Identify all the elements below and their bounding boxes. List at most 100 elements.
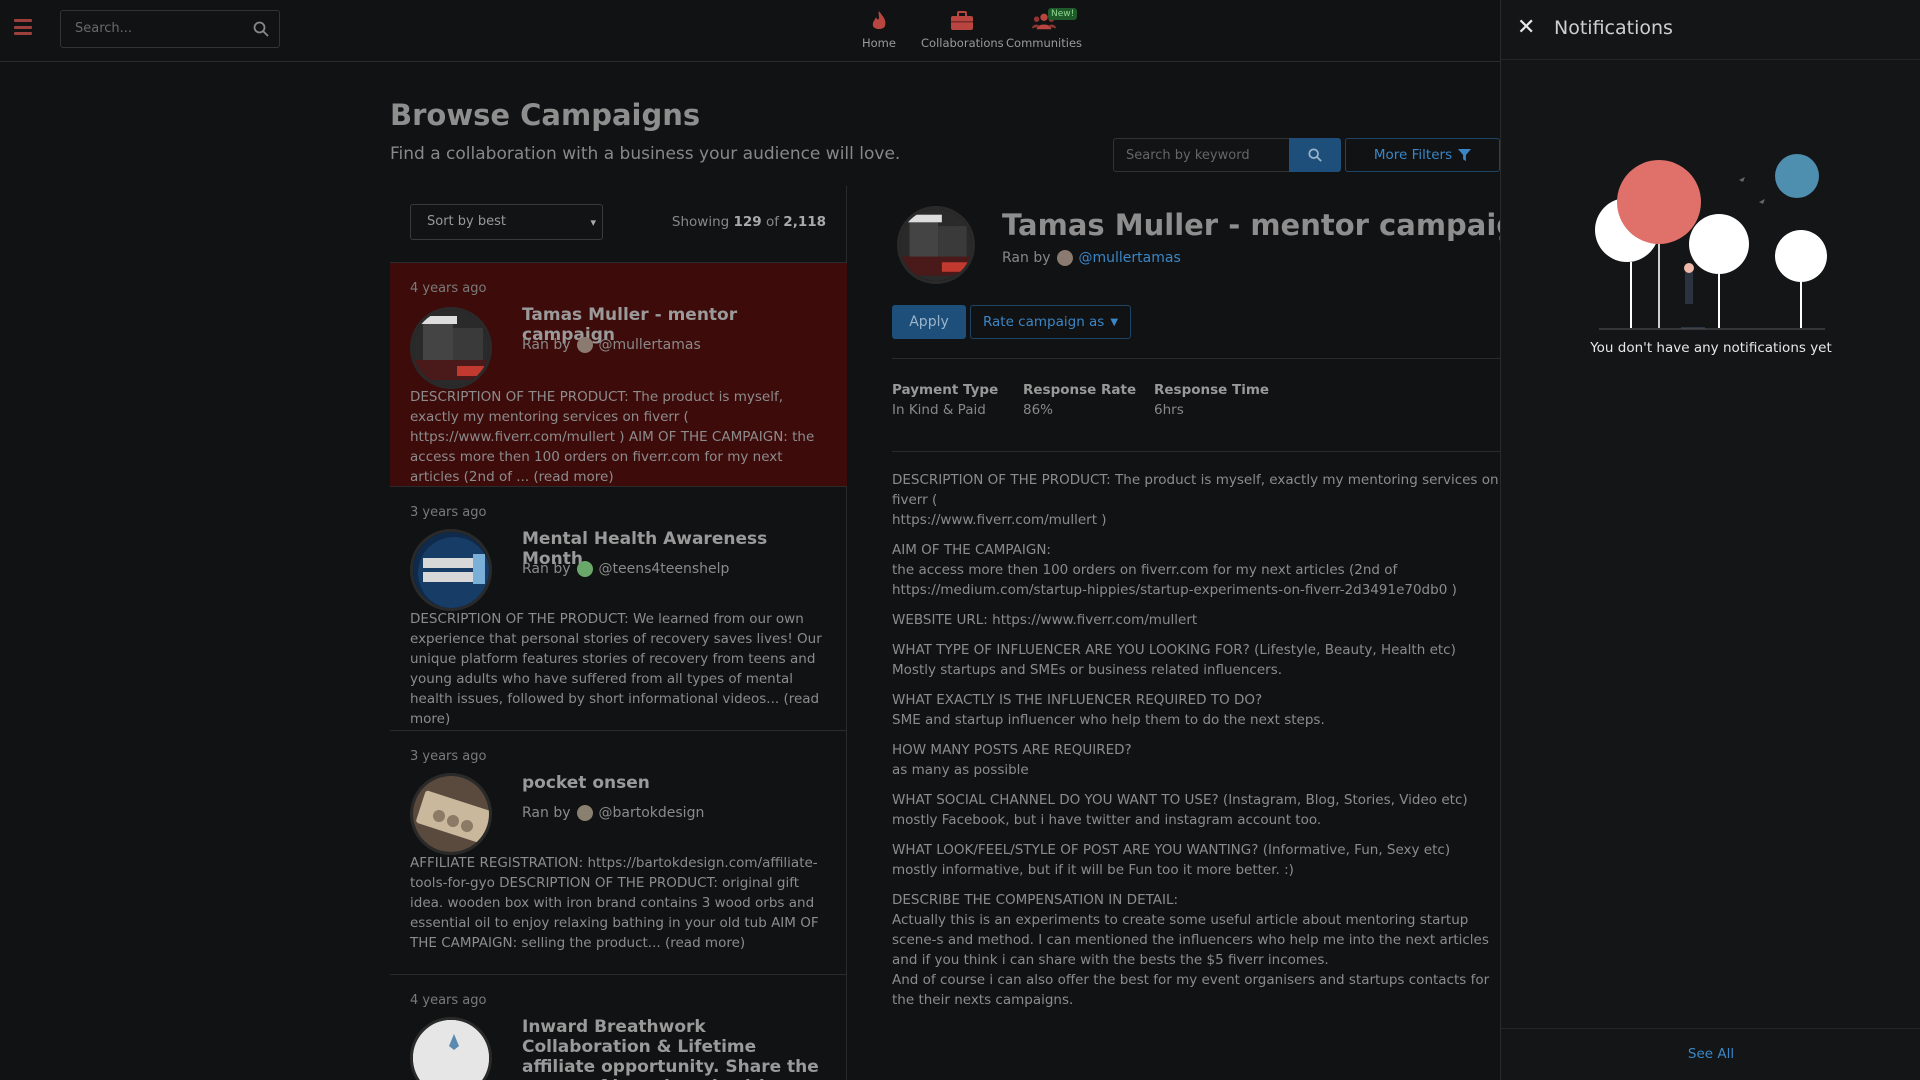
divider — [892, 358, 1500, 359]
showing-of: of — [765, 214, 779, 230]
global-search-input[interactable] — [75, 21, 235, 36]
search-icon[interactable] — [253, 21, 269, 37]
notifications-header: ✕ Notifications — [1501, 0, 1920, 60]
detail-handle[interactable]: @mullertamas — [1079, 250, 1181, 266]
stat-response-rate: Response Rate 86% — [1023, 382, 1136, 418]
campaign-list-item[interactable]: 4 years ago Tamas Muller - mentor campai… — [390, 262, 847, 486]
ran-by-label: Ran by — [522, 337, 571, 353]
item-description: DESCRIPTION OF THE PRODUCT: We learned f… — [410, 611, 822, 727]
stat-payment-type: Payment Type In Kind & Paid — [892, 382, 998, 418]
chevron-down-icon: ▾ — [590, 216, 596, 229]
showing-total: 2,118 — [783, 214, 826, 230]
campaign-detail: Tamas Muller - mentor campaign Ran by @m… — [847, 186, 1538, 1080]
new-badge: New! — [1048, 8, 1078, 20]
caret-down-icon: ▼ — [1110, 316, 1119, 328]
sort-select[interactable]: Sort by best ▾ — [410, 204, 603, 240]
nav-communities[interactable]: New! Communities — [1006, 8, 1083, 50]
flame-icon — [867, 10, 891, 32]
item-handle[interactable]: @teens4teenshelp — [599, 561, 730, 577]
notifications-panel: ✕ Notifications You don't have any notif… — [1500, 0, 1920, 1080]
nav-collaborations[interactable]: Collaborations — [921, 10, 1004, 50]
stat-value: 6hrs — [1154, 402, 1184, 418]
campaign-avatar — [410, 1017, 492, 1080]
description-paragraph: WHAT LOOK/FEEL/STYLE OF POST ARE YOU WAN… — [892, 842, 1451, 878]
showing-prefix: Showing — [671, 214, 730, 230]
nav-home-label: Home — [862, 36, 896, 50]
item-handle[interactable]: @mullertamas — [599, 337, 701, 353]
stat-value: In Kind & Paid — [892, 402, 986, 418]
item-title[interactable]: pocket onsen — [522, 773, 832, 793]
user-avatar — [1056, 250, 1073, 266]
campaign-list-item[interactable]: 4 years ago Inward Breathwork Collaborat… — [390, 974, 847, 1080]
detail-ran-by: Ran by @mullertamas — [1002, 250, 1181, 266]
close-icon[interactable]: ✕ — [1517, 17, 1539, 39]
stat-key: Response Rate — [1023, 382, 1137, 398]
ran-by-label: Ran by — [522, 561, 571, 577]
campaign-list-item[interactable]: 3 years ago pocket onsen Ran by @bartokd… — [390, 730, 847, 974]
more-filters-button[interactable]: More Filters — [1345, 138, 1500, 172]
description-paragraph: WHAT SOCIAL CHANNEL DO YOU WANT TO USE? … — [892, 792, 1468, 828]
stat-response-time: Response Time 6hrs — [1154, 382, 1269, 418]
description-paragraph: WHAT TYPE OF INFLUENCER ARE YOU LOOKING … — [892, 642, 1456, 678]
user-avatar — [576, 561, 593, 577]
more-filters-label: More Filters — [1373, 147, 1453, 163]
item-title[interactable]: Inward Breathwork Collaboration & Lifeti… — [522, 1017, 832, 1080]
item-handle[interactable]: @bartokdesign — [599, 805, 705, 821]
detail-title: Tamas Muller - mentor campaign — [1002, 208, 1538, 242]
item-description: DESCRIPTION OF THE PRODUCT: The product … — [410, 389, 815, 485]
user-avatar — [576, 337, 593, 353]
main-content: Browse Campaigns Find a collaboration wi… — [390, 62, 1538, 1080]
description-paragraph: HOW MANY POSTS ARE REQUIRED? as many as … — [892, 742, 1132, 778]
item-ran-by: Ran by @teens4teenshelp — [522, 561, 729, 577]
item-age: 4 years ago — [410, 993, 487, 1008]
notifications-footer: See All — [1501, 1028, 1920, 1080]
campaign-avatar — [410, 529, 492, 611]
campaign-avatar — [410, 773, 492, 855]
briefcase-icon — [950, 10, 974, 32]
nav-communities-label: Communities — [1006, 36, 1083, 50]
ran-by-label: Ran by — [522, 805, 571, 821]
divider — [892, 451, 1500, 452]
description-paragraph: DESCRIBE THE COMPENSATION IN DETAIL: Act… — [892, 892, 1490, 1008]
description-paragraph: AIM OF THE CAMPAIGN: the access more the… — [892, 542, 1457, 598]
stat-key: Payment Type — [892, 382, 999, 398]
sort-select-value: Sort by best — [427, 214, 506, 229]
page-title: Browse Campaigns — [390, 98, 701, 132]
campaign-avatar — [410, 307, 492, 389]
keyword-search-button[interactable] — [1289, 138, 1341, 172]
hamburger-menu-icon[interactable] — [14, 19, 32, 35]
item-age: 4 years ago — [410, 281, 487, 296]
detail-description: DESCRIPTION OF THE PRODUCT: The product … — [892, 470, 1500, 1020]
nav-home[interactable]: Home — [862, 10, 896, 50]
campaign-list: Sort by best ▾ Showing 129 of 2,118 4 ye… — [390, 186, 847, 1080]
users-icon: New! — [1032, 8, 1078, 32]
results-count: Showing 129 of 2,118 — [672, 214, 826, 230]
apply-button[interactable]: Apply — [892, 305, 966, 339]
page-subtitle: Find a collaboration with a business you… — [390, 144, 901, 164]
description-paragraph: WEBSITE URL: https://www.fiverr.com/mull… — [892, 612, 1198, 628]
item-age: 3 years ago — [410, 505, 487, 520]
keyword-search[interactable] — [1113, 138, 1290, 172]
showing-count: 129 — [733, 214, 762, 230]
global-search[interactable] — [60, 10, 280, 48]
item-age: 3 years ago — [410, 749, 487, 764]
detail-avatar — [897, 206, 975, 284]
notifications-title: Notifications — [1554, 17, 1673, 39]
ran-by-label: Ran by — [1002, 250, 1051, 266]
stat-key: Response Time — [1154, 382, 1270, 398]
search-icon — [1308, 148, 1322, 162]
notifications-empty-message: You don't have any notifications yet — [1590, 340, 1832, 356]
keyword-search-input[interactable] — [1126, 148, 1276, 163]
campaign-list-item[interactable]: 3 years ago Mental Health Awareness Mont… — [390, 486, 847, 730]
item-ran-by: Ran by @mullertamas — [522, 337, 701, 353]
item-ran-by: Ran by @bartokdesign — [522, 805, 704, 821]
filter-icon — [1458, 148, 1472, 161]
description-paragraph: DESCRIPTION OF THE PRODUCT: The product … — [892, 472, 1499, 528]
item-description: AFFILIATE REGISTRATION: https://bartokde… — [410, 855, 819, 951]
rate-campaign-label: Rate campaign as — [982, 314, 1105, 330]
rate-campaign-button[interactable]: Rate campaign as ▼ — [970, 305, 1131, 339]
stat-value: 86% — [1023, 402, 1054, 418]
empty-state-illustration — [1595, 154, 1827, 330]
see-all-link[interactable]: See All — [1501, 1046, 1920, 1062]
description-paragraph: WHAT EXACTLY IS THE INFLUENCER REQUIRED … — [892, 692, 1325, 728]
